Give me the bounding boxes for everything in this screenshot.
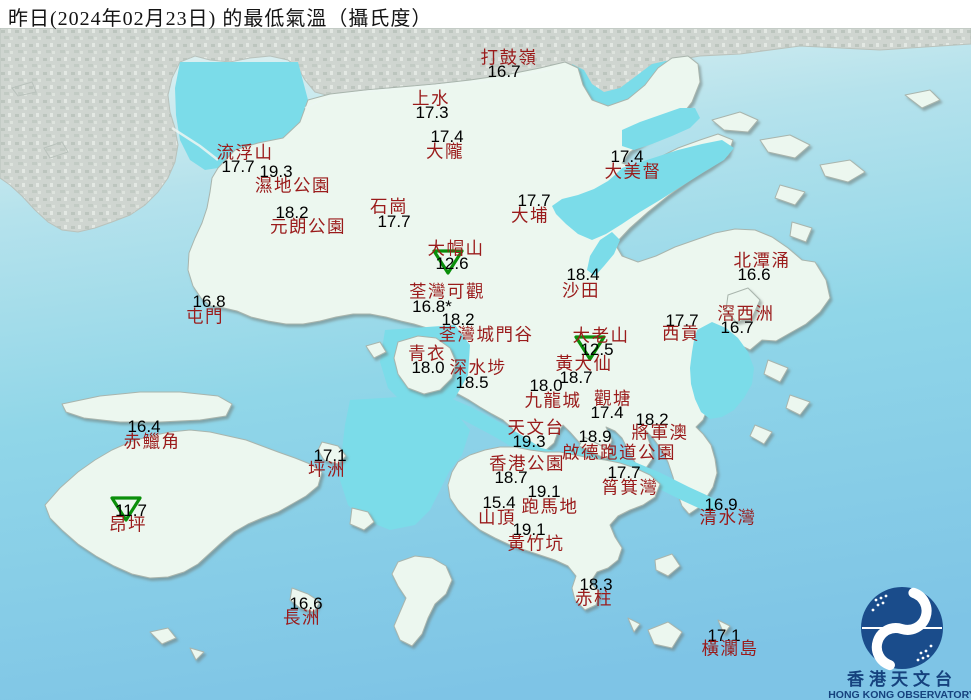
weather-map-screen: 香港天文台 HONG KONG OBSERVATORY 16.7 打鼓嶺 17.3 上… [0, 0, 971, 700]
hong-kong-map: 香港天文台 HONG KONG OBSERVATORY [0, 0, 971, 700]
logo-name-en: HONG KONG OBSERVATORY [828, 689, 971, 700]
logo-name-zh: 香港天文台 [847, 669, 957, 689]
page-title: 昨日(2024年02月23日) 的最低氣溫（攝氏度） [8, 8, 433, 30]
title-bar: 昨日(2024年02月23日) 的最低氣溫（攝氏度） [0, 0, 971, 30]
